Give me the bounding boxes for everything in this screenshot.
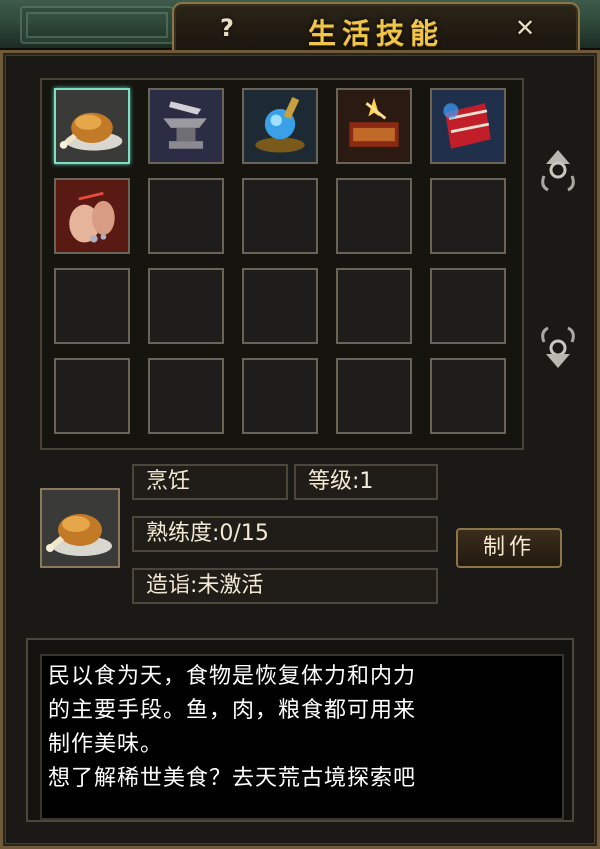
skill-slot-jewelry[interactable]	[54, 178, 130, 254]
skill-slot-empty[interactable]	[242, 268, 318, 344]
make-button[interactable]: 制作	[456, 528, 562, 568]
jewelry-craft-icon	[56, 180, 128, 252]
skill-slot-empty[interactable]	[430, 268, 506, 344]
skill-slot-smithing[interactable]	[148, 88, 224, 164]
skill-slot-empty[interactable]	[148, 178, 224, 254]
skill-slot-empty[interactable]	[336, 178, 412, 254]
description-line: 制作美味。	[48, 732, 164, 757]
scroll-up-arrow-icon[interactable]	[538, 146, 578, 194]
skill-slot-empty[interactable]	[148, 268, 224, 344]
skill-name-field: 烹饪	[132, 464, 288, 500]
description-line: 民以食为天，食物是恢复体力和内力	[48, 664, 417, 689]
alchemy-flask-icon	[244, 90, 316, 162]
roast-chicken-icon	[42, 490, 118, 566]
skill-slot-forging[interactable]	[336, 88, 412, 164]
skill-level-field: 等级:1	[294, 464, 438, 500]
description-line: 的主要手段。鱼，肉，粮食都可用来	[48, 698, 417, 723]
skill-slot-empty[interactable]	[242, 358, 318, 434]
skill-slot-empty[interactable]	[430, 178, 506, 254]
scroll-down-arrow-icon[interactable]	[538, 324, 578, 372]
skill-slot-empty[interactable]	[430, 358, 506, 434]
skill-grid	[40, 78, 524, 450]
skill-slot-tailoring[interactable]	[430, 88, 506, 164]
skill-slot-cooking[interactable]	[54, 88, 130, 164]
silk-cloth-icon	[432, 90, 504, 162]
skill-slot-empty[interactable]	[336, 268, 412, 344]
skill-slot-empty[interactable]	[54, 358, 130, 434]
skill-slot-alchemy[interactable]	[242, 88, 318, 164]
skill-slot-empty[interactable]	[54, 268, 130, 344]
selected-skill-icon	[40, 488, 120, 568]
skill-slot-empty[interactable]	[336, 358, 412, 434]
skill-slot-empty[interactable]	[148, 358, 224, 434]
meander-pattern	[20, 6, 174, 44]
description-line: 想了解稀世美食？去天荒古境探索吧	[48, 766, 417, 791]
description-panel: 民以食为天，食物是恢复体力和内力 的主要手段。鱼，肉，粮食都可用来 制作美味。 …	[40, 654, 564, 820]
skill-slot-empty[interactable]	[242, 178, 318, 254]
life-skills-window: ? 生活技能 ✕ 烹饪 等级:1 熟练度:0/15 造诣:未激活 制作 民以食为…	[0, 0, 600, 849]
title-bar: ? 生活技能 ✕	[172, 2, 580, 54]
proficiency-field: 熟练度:0/15	[132, 516, 438, 552]
close-button[interactable]: ✕	[512, 14, 538, 42]
anvil-icon	[150, 90, 222, 162]
mastery-field: 造诣:未激活	[132, 568, 438, 604]
forge-icon	[338, 90, 410, 162]
roast-chicken-icon	[56, 90, 128, 162]
